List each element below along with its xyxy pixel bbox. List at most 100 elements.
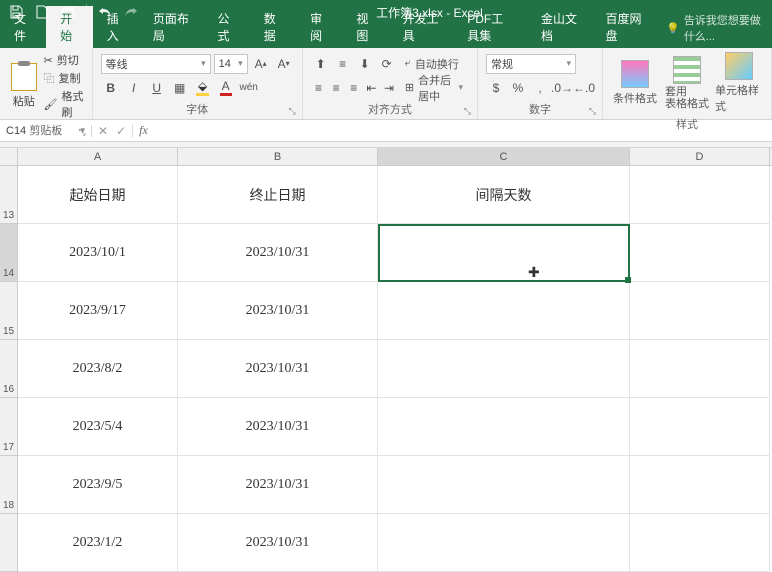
row-header[interactable]: 17: [0, 398, 18, 456]
redo-icon[interactable]: [123, 4, 139, 20]
row-header[interactable]: 15: [0, 282, 18, 340]
cell[interactable]: [378, 282, 630, 340]
new-icon[interactable]: [34, 4, 50, 20]
undo-icon[interactable]: [97, 4, 113, 20]
open-icon[interactable]: [60, 4, 76, 20]
dialog-launcher-icon[interactable]: ⤡: [288, 106, 295, 117]
increase-decimal-button[interactable]: .0→: [552, 78, 572, 98]
format-as-table-button[interactable]: 套用 表格格式: [663, 56, 711, 110]
cell[interactable]: 2023/1/2: [18, 514, 178, 572]
format-painter-button[interactable]: 🖌格式刷: [44, 88, 84, 120]
tab-view[interactable]: 视图: [342, 6, 388, 48]
col-header-b[interactable]: B: [178, 148, 378, 165]
cell[interactable]: 2023/10/31: [178, 456, 378, 514]
align-left-button[interactable]: ≡: [311, 78, 327, 98]
orientation-button[interactable]: ⟳: [377, 54, 397, 74]
tell-me-search[interactable]: 💡 告诉我您想要做什么...: [656, 8, 772, 48]
enter-icon[interactable]: ✓: [116, 124, 126, 138]
cell[interactable]: [630, 398, 770, 456]
align-middle-button[interactable]: ≡: [333, 54, 353, 74]
cell[interactable]: 2023/5/4: [18, 398, 178, 456]
cell[interactable]: 终止日期: [178, 166, 378, 224]
fx-icon[interactable]: fx: [133, 123, 154, 138]
spreadsheet-grid[interactable]: A B C D 13 14 15 16 17 18 起始日期 终止日期 间隔天数…: [0, 148, 772, 572]
cell[interactable]: [378, 224, 630, 282]
decrease-indent-button[interactable]: ⇤: [364, 78, 380, 98]
cell[interactable]: 2023/9/5: [18, 456, 178, 514]
tab-pdf[interactable]: PDF工具集: [453, 6, 527, 48]
cell[interactable]: 2023/10/31: [178, 282, 378, 340]
align-right-button[interactable]: ≡: [346, 78, 362, 98]
cell[interactable]: 2023/9/17: [18, 282, 178, 340]
cell[interactable]: [378, 514, 630, 572]
number-format-dropdown[interactable]: 常规▾: [486, 54, 576, 74]
tab-layout[interactable]: 页面布局: [139, 6, 204, 48]
align-bottom-button[interactable]: ⬇: [355, 54, 375, 74]
copy-button[interactable]: ⿻复制: [44, 70, 84, 86]
row-header[interactable]: [0, 514, 18, 572]
select-all-corner[interactable]: [0, 148, 18, 165]
cell[interactable]: 2023/10/31: [178, 224, 378, 282]
border-button[interactable]: ▦: [170, 78, 190, 98]
save-icon[interactable]: [8, 4, 24, 20]
decrease-font-button[interactable]: A▾: [274, 54, 294, 74]
col-header-a[interactable]: A: [18, 148, 178, 165]
dialog-launcher-icon[interactable]: ⤡: [78, 127, 85, 138]
row-header[interactable]: 13: [0, 166, 18, 224]
col-header-d[interactable]: D: [630, 148, 770, 165]
cancel-icon[interactable]: ✕: [98, 124, 108, 138]
tab-baidu[interactable]: 百度网盘: [592, 6, 657, 48]
cell[interactable]: [378, 398, 630, 456]
percent-button[interactable]: %: [508, 78, 528, 98]
cell[interactable]: 起始日期: [18, 166, 178, 224]
cell[interactable]: [378, 456, 630, 514]
italic-button[interactable]: I: [124, 78, 144, 98]
col-header-c[interactable]: C: [378, 148, 630, 165]
cell[interactable]: 2023/8/2: [18, 340, 178, 398]
align-top-button[interactable]: ⬆: [311, 54, 331, 74]
bold-button[interactable]: B: [101, 78, 121, 98]
phonetic-button[interactable]: wén: [239, 78, 259, 98]
row-header[interactable]: 14: [0, 224, 18, 282]
merge-center-button[interactable]: ⊞合并后居中▾: [399, 78, 469, 98]
cell[interactable]: [630, 514, 770, 572]
underline-button[interactable]: U: [147, 78, 167, 98]
cell[interactable]: 2023/10/31: [178, 398, 378, 456]
paste-button[interactable]: 粘贴: [8, 63, 40, 109]
dialog-launcher-icon[interactable]: ⤡: [589, 106, 596, 117]
tab-data[interactable]: 数据: [250, 6, 296, 48]
align-center-button[interactable]: ≡: [328, 78, 344, 98]
fill-color-button[interactable]: ⬙: [193, 78, 213, 98]
conditional-format-button[interactable]: 条件格式: [611, 60, 659, 106]
cell-styles-icon: [725, 52, 753, 80]
cell[interactable]: [630, 456, 770, 514]
cell[interactable]: 间隔天数: [378, 166, 630, 224]
font-name-dropdown[interactable]: 等线▾: [101, 54, 211, 74]
cell-styles-button[interactable]: 单元格样式: [715, 52, 763, 114]
tab-developer[interactable]: 开发工具: [389, 6, 454, 48]
dialog-launcher-icon[interactable]: ⤡: [464, 106, 471, 117]
increase-font-button[interactable]: A▴: [251, 54, 271, 74]
row-header[interactable]: 18: [0, 456, 18, 514]
cut-button[interactable]: ✂剪切: [44, 52, 84, 68]
font-size-dropdown[interactable]: 14▾: [214, 54, 248, 74]
cell[interactable]: [630, 340, 770, 398]
cell[interactable]: [630, 224, 770, 282]
decrease-decimal-button[interactable]: ←.0: [574, 78, 594, 98]
comma-button[interactable]: ,: [530, 78, 550, 98]
cell[interactable]: 2023/10/1: [18, 224, 178, 282]
tab-review[interactable]: 审阅: [296, 6, 342, 48]
cell[interactable]: 2023/10/31: [178, 340, 378, 398]
conditional-format-icon: [621, 60, 649, 88]
tab-kingsoft[interactable]: 金山文档: [527, 6, 592, 48]
tab-formulas[interactable]: 公式: [203, 6, 249, 48]
cell[interactable]: [378, 340, 630, 398]
cell[interactable]: 2023/10/31: [178, 514, 378, 572]
cell[interactable]: [630, 166, 770, 224]
row-header[interactable]: 16: [0, 340, 18, 398]
cell[interactable]: [630, 282, 770, 340]
accounting-button[interactable]: $: [486, 78, 506, 98]
increase-indent-button[interactable]: ⇥: [381, 78, 397, 98]
wrap-text-button[interactable]: ⤶自动换行: [399, 54, 465, 74]
font-color-button[interactable]: A: [216, 78, 236, 98]
